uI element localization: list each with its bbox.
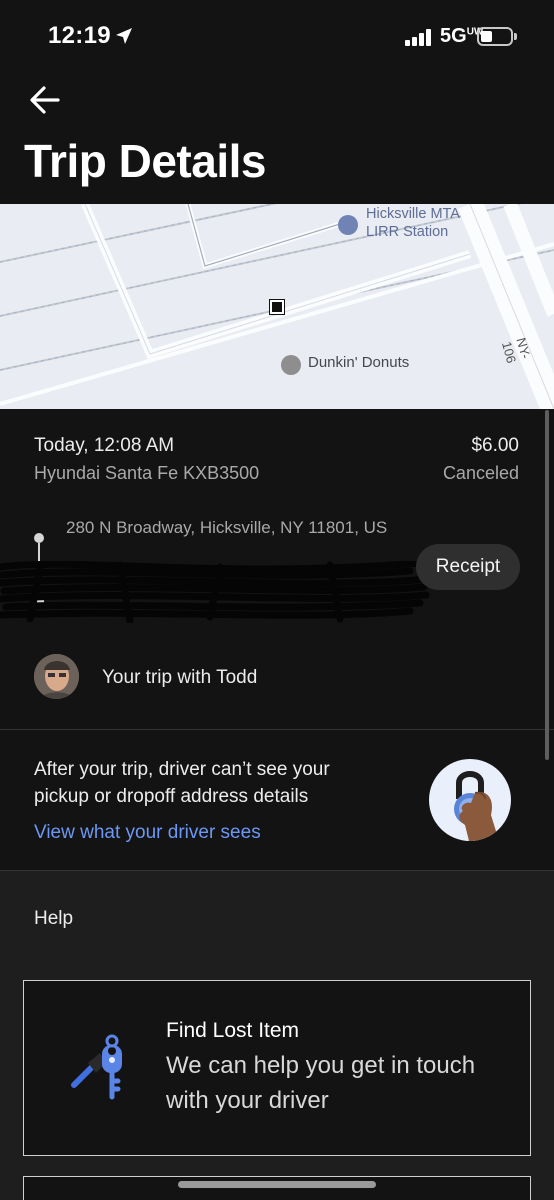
trip-price: $6.00 [471,435,519,456]
header: Trip Details [0,72,554,204]
lock-hand-icon [429,759,511,841]
train-station-icon [338,215,358,235]
pickup-pin-icon [270,300,284,314]
privacy-notice: After your trip, driver can’t see your p… [0,730,554,870]
trip-vehicle: Hyundai Santa Fe KXB3500 [34,463,260,483]
status-time: 12:19 [48,22,111,49]
trip-map[interactable]: Hicksville MTA LIRR Station Dunkin' Donu… [0,204,554,409]
poi-station-label: Hicksville MTA LIRR Station [366,206,460,240]
pickup-address: 280 N Broadway, Hicksville, NY 11801, US [66,518,388,537]
battery-nub [514,33,517,40]
find-lost-item-card[interactable]: Find Lost Item We can help you get in to… [23,980,531,1156]
keys-icon [71,1034,122,1100]
page-title: Trip Details [24,135,266,187]
help-title: Help [34,908,74,929]
driver-trip-link[interactable]: Your trip with Todd [102,667,257,689]
location-arrow-icon [116,28,132,44]
redaction-scribble [0,561,430,623]
next-help-card[interactable] [23,1176,531,1200]
lost-item-description: We can help you get in touch with your d… [166,1052,476,1114]
scrollbar[interactable] [545,410,549,760]
signal-icon [405,28,431,46]
battery-icon [477,27,513,46]
status-bar: 12:19 5GUW [0,0,554,72]
restaurant-icon [281,355,301,375]
poi-dunkin-label: Dunkin' Donuts [308,354,410,371]
lost-item-title: Find Lost Item [166,1019,300,1042]
home-indicator[interactable] [178,1181,376,1188]
privacy-text: After your trip, driver can’t see your p… [34,759,330,807]
help-section: Help Find Lost Item We can help you get … [0,871,554,1200]
driver-avatar [34,654,79,699]
receipt-button[interactable]: Receipt [416,544,520,590]
view-driver-sees-link[interactable]: View what your driver sees [34,822,261,844]
trip-summary: Today, 12:08 AM $6.00 Hyundai Santa Fe K… [0,409,554,729]
route-start-dot-icon [34,533,44,543]
back-arrow-icon[interactable] [28,84,64,116]
trip-status: Canceled [442,463,519,483]
trip-date: Today, 12:08 AM [34,435,175,456]
